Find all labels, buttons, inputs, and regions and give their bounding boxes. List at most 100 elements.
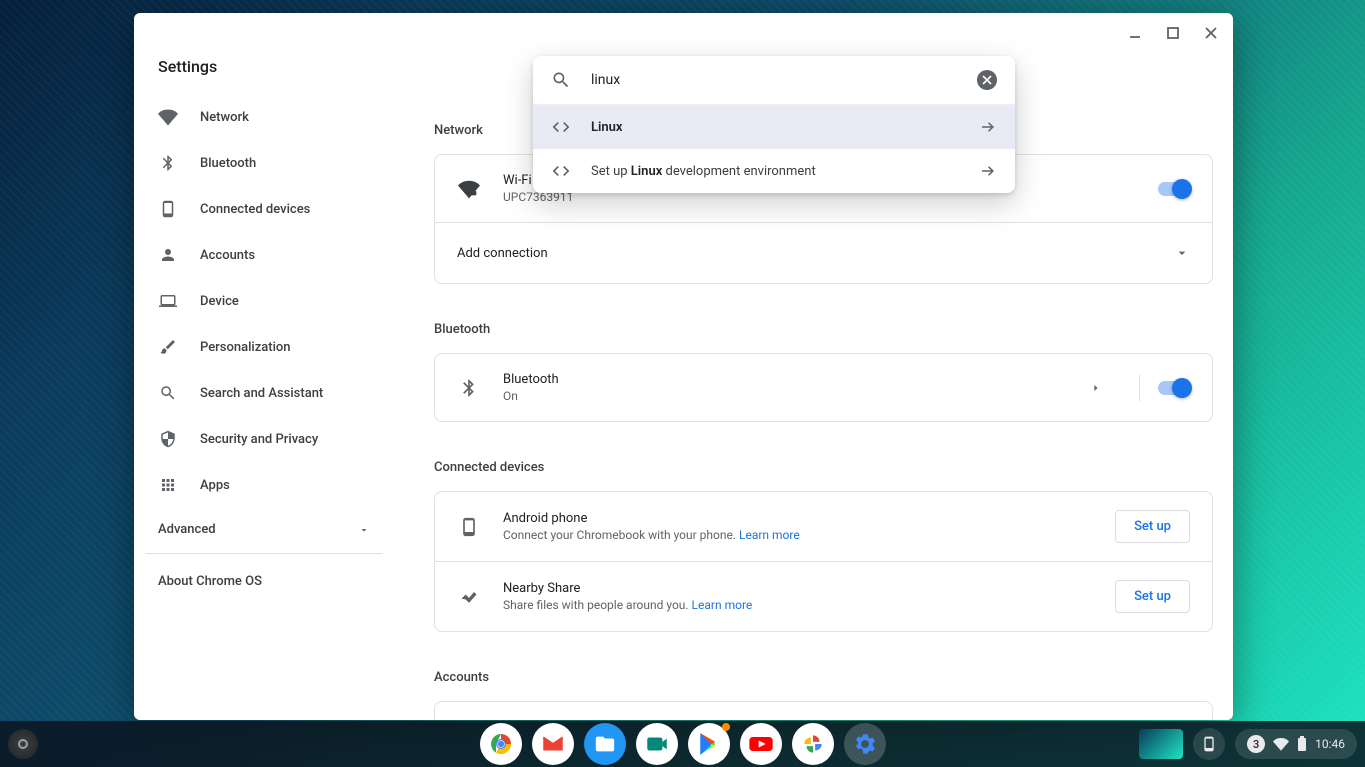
sidebar-item-apps[interactable]: Apps bbox=[146, 462, 382, 508]
sidebar-item-label: Connected devices bbox=[200, 202, 310, 217]
sidebar-item-label: Apps bbox=[200, 478, 230, 493]
section-accounts-title: Accounts bbox=[434, 670, 1213, 685]
minimize-button[interactable] bbox=[1127, 25, 1143, 41]
sidebar-item-security-privacy[interactable]: Security and Privacy bbox=[146, 416, 382, 462]
sidebar-item-label: Network bbox=[200, 110, 249, 125]
shelf-tray: 3 10:46 bbox=[1139, 728, 1357, 760]
nearby-setup-button[interactable]: Set up bbox=[1115, 580, 1190, 613]
chrome-icon[interactable] bbox=[480, 723, 522, 765]
section-connected-title: Connected devices bbox=[434, 460, 1213, 475]
maximize-button[interactable] bbox=[1165, 25, 1181, 41]
page-title: Settings bbox=[146, 53, 382, 94]
wifi-toggle[interactable] bbox=[1158, 182, 1190, 196]
phone-icon bbox=[158, 199, 178, 219]
brush-icon bbox=[158, 337, 178, 357]
search-bar bbox=[533, 56, 1015, 104]
play-store-icon[interactable] bbox=[688, 723, 730, 765]
shield-icon bbox=[158, 429, 178, 449]
laptop-icon bbox=[158, 291, 178, 311]
bluetooth-submenu-icon[interactable] bbox=[1091, 383, 1101, 393]
phone-hub-button[interactable] bbox=[1193, 728, 1225, 760]
sidebar-item-accounts[interactable]: Accounts bbox=[146, 232, 382, 278]
sidebar-item-label: Bluetooth bbox=[200, 156, 256, 171]
learn-more-link[interactable]: Learn more bbox=[692, 598, 753, 612]
bluetooth-row[interactable]: Bluetooth On bbox=[435, 354, 1212, 421]
bluetooth-card: Bluetooth On bbox=[434, 353, 1213, 422]
add-connection-row[interactable]: Add connection bbox=[435, 223, 1212, 283]
search-icon bbox=[551, 70, 571, 90]
arrow-right-icon bbox=[979, 118, 997, 136]
sidebar: Settings Network Bluetooth Connected dev… bbox=[134, 53, 394, 720]
android-sub: Connect your Chromebook with your phone.… bbox=[503, 528, 1115, 542]
close-button[interactable] bbox=[1203, 25, 1219, 41]
section-bluetooth-title: Bluetooth bbox=[434, 322, 1213, 337]
shelf: 3 10:46 bbox=[0, 721, 1365, 767]
photos-icon[interactable] bbox=[792, 723, 834, 765]
android-title: Android phone bbox=[503, 511, 1115, 526]
bluetooth-icon bbox=[158, 153, 178, 173]
phone-icon bbox=[457, 517, 481, 537]
accounts-card bbox=[434, 701, 1213, 720]
sidebar-item-device[interactable]: Device bbox=[146, 278, 382, 324]
nearby-share-row: Nearby Share Share files with people aro… bbox=[435, 562, 1212, 631]
sidebar-item-label: Device bbox=[200, 294, 239, 309]
sidebar-about[interactable]: About Chrome OS bbox=[146, 560, 382, 603]
status-tray[interactable]: 3 10:46 bbox=[1235, 729, 1357, 759]
bluetooth-status: On bbox=[503, 389, 1091, 403]
learn-more-link[interactable]: Learn more bbox=[739, 528, 800, 542]
gmail-icon[interactable] bbox=[532, 723, 574, 765]
launcher-button[interactable] bbox=[8, 729, 38, 759]
bluetooth-icon bbox=[457, 378, 481, 398]
wifi-status-icon bbox=[1273, 736, 1289, 752]
sidebar-item-label: Accounts bbox=[200, 248, 255, 263]
wifi-icon bbox=[158, 107, 178, 127]
settings-window: Settings Network Bluetooth Connected dev… bbox=[134, 13, 1233, 720]
chevron-down-icon bbox=[1174, 245, 1190, 261]
battery-icon bbox=[1297, 736, 1307, 752]
files-icon[interactable] bbox=[584, 723, 626, 765]
android-phone-row: Android phone Connect your Chromebook wi… bbox=[435, 492, 1212, 562]
settings-icon[interactable] bbox=[844, 723, 886, 765]
apps-icon bbox=[158, 475, 178, 495]
nearby-share-icon bbox=[457, 587, 481, 607]
shelf-apps bbox=[480, 723, 886, 765]
bluetooth-row-title: Bluetooth bbox=[503, 372, 1091, 387]
sidebar-advanced[interactable]: Advanced bbox=[146, 508, 382, 551]
connected-card: Android phone Connect your Chromebook wi… bbox=[434, 491, 1213, 632]
search-input[interactable] bbox=[591, 72, 957, 88]
clock: 10:46 bbox=[1315, 737, 1345, 751]
sidebar-item-bluetooth[interactable]: Bluetooth bbox=[146, 140, 382, 186]
sidebar-item-network[interactable]: Network bbox=[146, 94, 382, 140]
arrow-right-icon bbox=[979, 162, 997, 180]
code-icon bbox=[551, 117, 571, 137]
sidebar-item-label: Search and Assistant bbox=[200, 386, 323, 401]
bluetooth-toggle[interactable] bbox=[1158, 381, 1190, 395]
nearby-title: Nearby Share bbox=[503, 581, 1115, 596]
search-result-linux[interactable]: Linux bbox=[533, 105, 1015, 149]
search-result-linux-dev[interactable]: Set up Linux development environment bbox=[533, 149, 1015, 193]
sidebar-item-label: Security and Privacy bbox=[200, 432, 318, 447]
notification-badge: 3 bbox=[1247, 735, 1265, 753]
meet-icon[interactable] bbox=[636, 723, 678, 765]
sidebar-item-search-assistant[interactable]: Search and Assistant bbox=[146, 370, 382, 416]
youtube-icon[interactable] bbox=[740, 723, 782, 765]
sidebar-item-personalization[interactable]: Personalization bbox=[146, 324, 382, 370]
search-overlay: Linux Set up Linux development environme… bbox=[533, 56, 1015, 193]
clear-search-button[interactable] bbox=[977, 70, 997, 90]
result-label: Linux bbox=[591, 120, 623, 135]
search-icon bbox=[158, 383, 178, 403]
sidebar-item-label: Personalization bbox=[200, 340, 291, 355]
divider bbox=[1139, 375, 1140, 401]
chevron-down-icon bbox=[358, 524, 370, 536]
sidebar-item-connected-devices[interactable]: Connected devices bbox=[146, 186, 382, 232]
nearby-sub: Share files with people around you. Lear… bbox=[503, 598, 1115, 612]
advanced-label: Advanced bbox=[158, 522, 216, 537]
divider bbox=[146, 553, 382, 554]
android-setup-button[interactable]: Set up bbox=[1115, 510, 1190, 543]
wallpaper-picker[interactable] bbox=[1139, 729, 1183, 759]
person-icon bbox=[158, 245, 178, 265]
add-connection-label: Add connection bbox=[457, 246, 548, 261]
wifi-secure-icon bbox=[457, 178, 481, 200]
code-icon bbox=[551, 161, 571, 181]
window-titlebar bbox=[134, 13, 1233, 53]
